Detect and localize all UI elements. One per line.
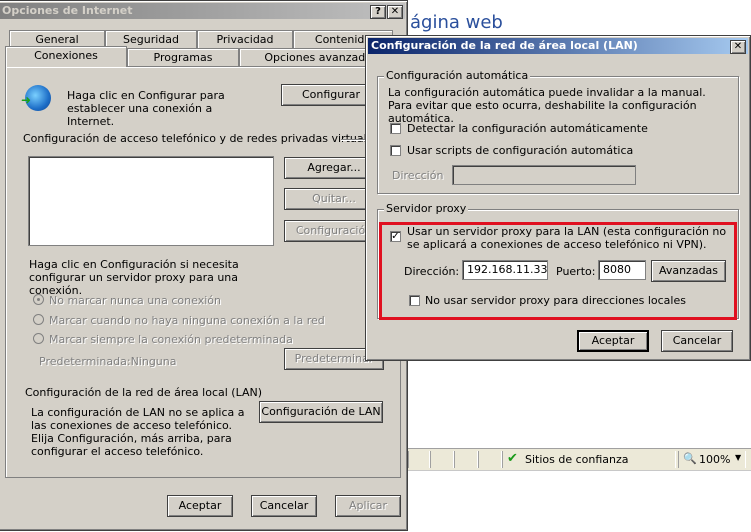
- proxy-address-input[interactable]: 192.168.11.33: [462, 260, 548, 280]
- proxy-port-input[interactable]: 8080: [598, 260, 646, 280]
- proxy-address-label: Dirección:: [404, 265, 460, 278]
- lan-titlebar: Configuración de la red de área local (L…: [368, 38, 748, 54]
- check-icon: ✔: [507, 451, 518, 466]
- radio-always-dial[interactable]: [33, 333, 44, 344]
- window-title: Configuración de la red de área local (L…: [371, 39, 638, 52]
- use-proxy-label: Usar un servidor proxy para la LAN (esta…: [407, 225, 727, 251]
- proxy-group-label: Servidor proxy: [384, 202, 469, 215]
- help-button[interactable]: ?: [370, 5, 386, 19]
- auto-script-label: Usar scripts de configuración automática: [407, 144, 634, 157]
- use-proxy-checkbox[interactable]: ✓: [390, 231, 401, 242]
- auto-config-group-label: Configuración automática: [384, 69, 531, 82]
- radio-dial-when-none-label: Marcar cuando no haya ninguna conexión a…: [49, 314, 325, 327]
- default-value: Ninguna: [130, 355, 177, 368]
- lan-settings-window: Configuración de la red de área local (L…: [365, 35, 751, 361]
- proxy-hint-text: Haga clic en Configuración si necesita c…: [29, 258, 239, 297]
- apply-button[interactable]: Aplicar: [335, 495, 401, 517]
- zoom-icon: 🔍: [683, 452, 697, 465]
- lan-settings-button[interactable]: Configuración de LAN: [259, 401, 383, 423]
- radio-always-dial-label: Marcar siempre la conexión predeterminad…: [49, 333, 293, 346]
- dialup-group-label: Configuración de acceso telefónico y de …: [23, 132, 380, 145]
- connections-list[interactable]: [28, 156, 274, 246]
- close-button[interactable]: ✕: [730, 40, 746, 54]
- radio-never-dial[interactable]: [33, 294, 44, 305]
- default-label: Predeterminada:: [39, 355, 131, 368]
- status-cell: [430, 451, 454, 468]
- globe-icon: ➜: [21, 85, 51, 111]
- cancel-button[interactable]: Cancelar: [251, 495, 317, 517]
- chevron-down-icon: ▼: [735, 453, 742, 462]
- status-bar: ✔ Sitios de confianza 🔍 100% ▼: [400, 448, 751, 470]
- internet-options-window: Opciones de Internet ? ✕ General Segurid…: [0, 0, 408, 531]
- auto-config-text: La configuración automática puede invali…: [388, 86, 706, 125]
- status-cell: [454, 451, 478, 468]
- auto-detect-label: Detectar la configuración automáticament…: [407, 122, 648, 135]
- advanced-button[interactable]: Avanzadas: [651, 260, 726, 282]
- proxy-port-label: Puerto:: [556, 265, 596, 278]
- tab-connections[interactable]: Conexiones: [5, 46, 127, 67]
- lan-info-text: La configuración de LAN no se aplica a l…: [31, 406, 245, 458]
- zoom-level: 100%: [699, 453, 731, 466]
- auto-script-checkbox[interactable]: [390, 145, 401, 156]
- bypass-local-checkbox[interactable]: [409, 295, 420, 306]
- window-title: Opciones de Internet: [2, 4, 133, 17]
- lan-ok-button[interactable]: Aceptar: [577, 330, 649, 352]
- page-heading: ágina web: [410, 12, 503, 33]
- zoom-control[interactable]: 🔍 100% ▼: [678, 451, 746, 468]
- auto-detect-checkbox[interactable]: [390, 123, 401, 134]
- status-zone[interactable]: ✔ Sitios de confianza: [502, 451, 676, 468]
- lan-cancel-button[interactable]: Cancelar: [661, 330, 733, 352]
- default-connection-label: Predeterminada:Ninguna: [39, 355, 177, 368]
- radio-never-dial-label: No marcar nunca una conexión: [49, 294, 221, 307]
- status-cell: [408, 451, 430, 468]
- lan-group-label: Configuración de la red de área local (L…: [25, 386, 263, 399]
- status-zone-label: Sitios de confianza: [525, 453, 629, 466]
- internet-options-titlebar: Opciones de Internet ? ✕: [0, 3, 405, 19]
- radio-dial-when-none[interactable]: [33, 314, 44, 325]
- setup-text: Haga clic en Configurar para establecer …: [67, 89, 225, 128]
- status-cell: [478, 451, 502, 468]
- bypass-local-label: No usar servidor proxy para direcciones …: [425, 294, 686, 307]
- ok-button[interactable]: Aceptar: [167, 495, 233, 517]
- script-address-label: Dirección: [392, 169, 444, 182]
- script-address-input[interactable]: [452, 165, 636, 185]
- close-button[interactable]: ✕: [387, 5, 403, 19]
- tab-programs[interactable]: Programas: [127, 48, 239, 66]
- tab-privacy[interactable]: Privacidad: [197, 30, 293, 48]
